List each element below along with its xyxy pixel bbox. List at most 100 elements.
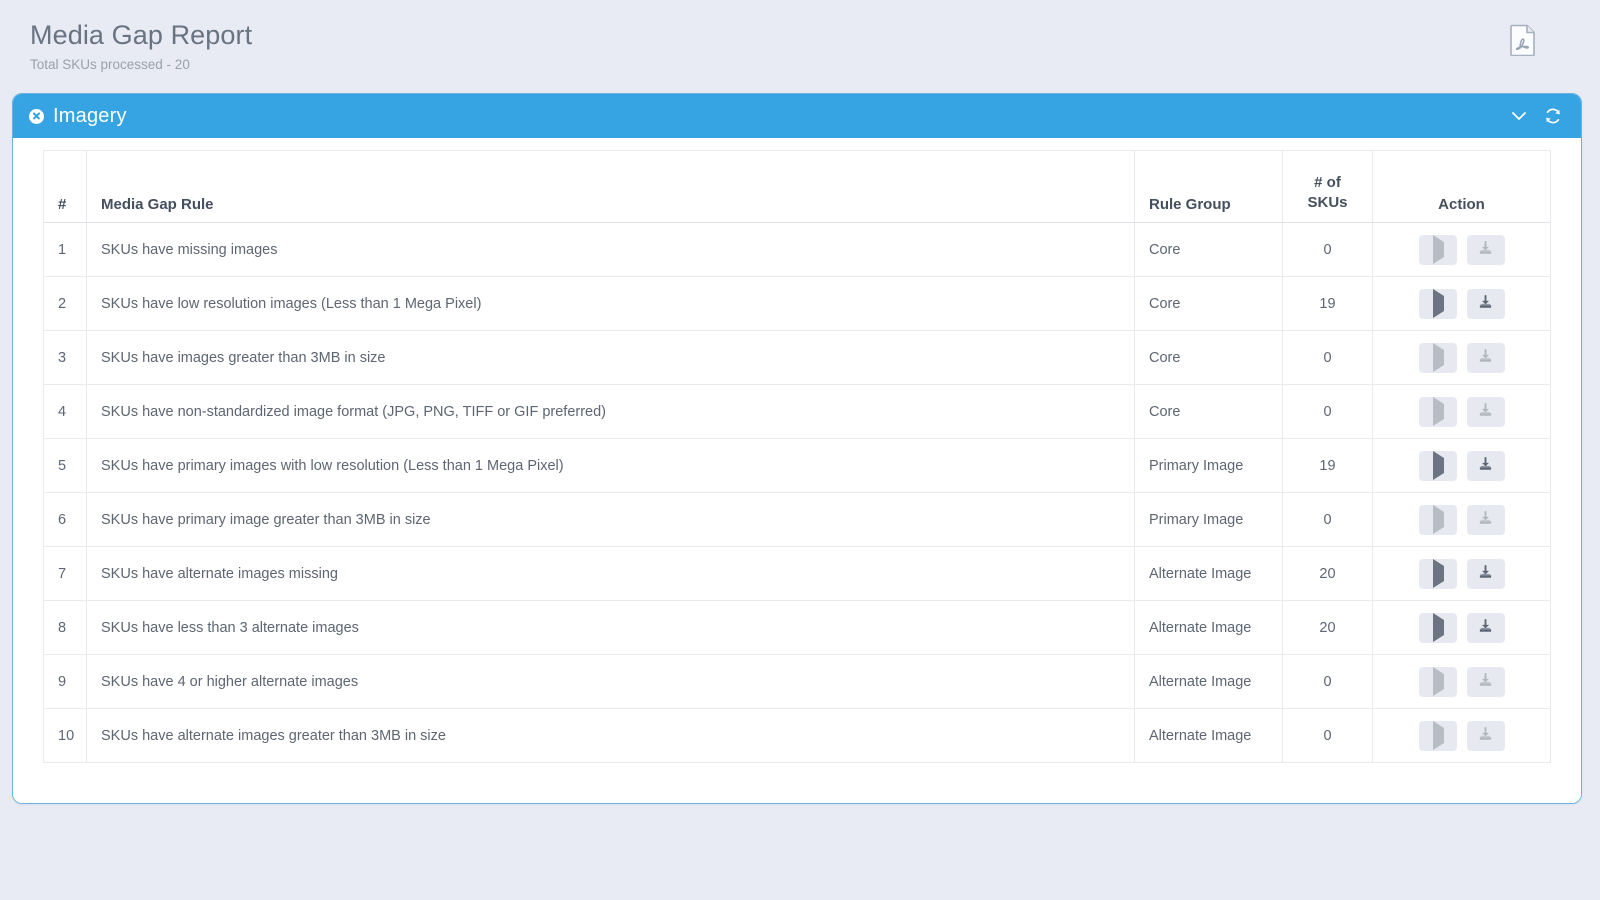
row-actions xyxy=(1373,385,1551,439)
row-actions xyxy=(1373,439,1551,493)
column-header-action: Action xyxy=(1373,151,1551,223)
download-icon xyxy=(1478,295,1493,313)
row-rule-name: SKUs have alternate images missing xyxy=(87,547,1135,601)
action-button-group xyxy=(1387,559,1536,589)
row-sku-count: 0 xyxy=(1283,655,1373,709)
download-report-button xyxy=(1467,397,1505,427)
table-row: 4SKUs have non-standardized image format… xyxy=(44,385,1551,439)
download-icon xyxy=(1478,241,1493,259)
chevron-down-icon[interactable] xyxy=(1509,106,1529,126)
column-header-group: Rule Group xyxy=(1135,151,1283,223)
row-rule-name: SKUs have less than 3 alternate images xyxy=(87,601,1135,655)
play-icon xyxy=(1431,350,1444,365)
row-rule-group: Core xyxy=(1135,223,1283,277)
refresh-icon[interactable] xyxy=(1543,106,1563,126)
row-actions xyxy=(1373,331,1551,385)
row-number: 8 xyxy=(44,601,87,655)
page-header: Media Gap Report Total SKUs processed - … xyxy=(0,0,1600,92)
row-rule-group: Primary Image xyxy=(1135,493,1283,547)
column-header-rule: Media Gap Rule xyxy=(87,151,1135,223)
download-report-button[interactable] xyxy=(1467,451,1505,481)
table-header: # Media Gap Rule Rule Group # of SKUs Ac… xyxy=(44,151,1551,223)
run-rule-button[interactable] xyxy=(1419,451,1457,481)
row-sku-count: 0 xyxy=(1283,493,1373,547)
play-icon xyxy=(1431,674,1444,689)
panel-header: Imagery xyxy=(13,94,1581,138)
table-row: 2SKUs have low resolution images (Less t… xyxy=(44,277,1551,331)
row-number: 4 xyxy=(44,385,87,439)
row-actions xyxy=(1373,547,1551,601)
table-row: 9SKUs have 4 or higher alternate imagesA… xyxy=(44,655,1551,709)
row-rule-name: SKUs have images greater than 3MB in siz… xyxy=(87,331,1135,385)
download-icon xyxy=(1478,457,1493,475)
play-icon xyxy=(1431,296,1444,311)
row-rule-name: SKUs have low resolution images (Less th… xyxy=(87,277,1135,331)
table-header-row: # Media Gap Rule Rule Group # of SKUs Ac… xyxy=(44,151,1551,223)
row-number: 1 xyxy=(44,223,87,277)
column-header-number: # xyxy=(44,151,87,223)
download-icon xyxy=(1478,727,1493,745)
download-report-button xyxy=(1467,505,1505,535)
row-sku-count: 0 xyxy=(1283,223,1373,277)
download-icon xyxy=(1478,349,1493,367)
row-sku-count: 0 xyxy=(1283,385,1373,439)
row-rule-name: SKUs have primary images with low resolu… xyxy=(87,439,1135,493)
download-icon xyxy=(1478,511,1493,529)
column-header-sku-count: # of SKUs xyxy=(1283,151,1373,223)
download-report-button[interactable] xyxy=(1467,559,1505,589)
run-rule-button[interactable] xyxy=(1419,559,1457,589)
run-rule-button[interactable] xyxy=(1419,289,1457,319)
action-button-group xyxy=(1387,397,1536,427)
action-button-group xyxy=(1387,721,1536,751)
row-number: 9 xyxy=(44,655,87,709)
table-row: 6SKUs have primary image greater than 3M… xyxy=(44,493,1551,547)
row-number: 3 xyxy=(44,331,87,385)
row-number: 5 xyxy=(44,439,87,493)
row-actions xyxy=(1373,277,1551,331)
media-gap-table: # Media Gap Rule Rule Group # of SKUs Ac… xyxy=(43,150,1551,763)
row-actions xyxy=(1373,223,1551,277)
pdf-file-icon[interactable] xyxy=(1508,24,1538,56)
table-row: 5SKUs have primary images with low resol… xyxy=(44,439,1551,493)
table-row: 10SKUs have alternate images greater tha… xyxy=(44,709,1551,763)
row-rule-group: Alternate Image xyxy=(1135,601,1283,655)
play-icon xyxy=(1431,404,1444,419)
row-sku-count: 19 xyxy=(1283,439,1373,493)
table-row: 1SKUs have missing imagesCore0 xyxy=(44,223,1551,277)
table-row: 8SKUs have less than 3 alternate imagesA… xyxy=(44,601,1551,655)
page-title: Media Gap Report xyxy=(30,18,1600,52)
table-row: 3SKUs have images greater than 3MB in si… xyxy=(44,331,1551,385)
row-number: 2 xyxy=(44,277,87,331)
row-actions xyxy=(1373,493,1551,547)
row-rule-group: Primary Image xyxy=(1135,439,1283,493)
row-rule-group: Core xyxy=(1135,331,1283,385)
row-number: 10 xyxy=(44,709,87,763)
imagery-panel: Imagery xyxy=(12,93,1582,804)
download-icon xyxy=(1478,619,1493,637)
row-rule-name: SKUs have non-standardized image format … xyxy=(87,385,1135,439)
play-icon xyxy=(1431,242,1444,257)
run-rule-button[interactable] xyxy=(1419,613,1457,643)
column-header-sku-count-line1: # of xyxy=(1297,173,1358,193)
row-number: 6 xyxy=(44,493,87,547)
download-icon xyxy=(1478,673,1493,691)
close-circle-icon[interactable] xyxy=(29,109,44,124)
download-report-button[interactable] xyxy=(1467,289,1505,319)
row-sku-count: 19 xyxy=(1283,277,1373,331)
action-button-group xyxy=(1387,235,1536,265)
row-rule-name: SKUs have missing images xyxy=(87,223,1135,277)
download-report-button xyxy=(1467,235,1505,265)
row-actions xyxy=(1373,709,1551,763)
run-rule-button xyxy=(1419,343,1457,373)
row-actions xyxy=(1373,601,1551,655)
row-rule-group: Alternate Image xyxy=(1135,655,1283,709)
run-rule-button xyxy=(1419,397,1457,427)
play-icon xyxy=(1431,458,1444,473)
download-report-button xyxy=(1467,343,1505,373)
download-report-button[interactable] xyxy=(1467,613,1505,643)
action-button-group xyxy=(1387,667,1536,697)
play-icon xyxy=(1431,566,1444,581)
row-sku-count: 0 xyxy=(1283,709,1373,763)
row-rule-group: Alternate Image xyxy=(1135,709,1283,763)
download-icon xyxy=(1478,565,1493,583)
